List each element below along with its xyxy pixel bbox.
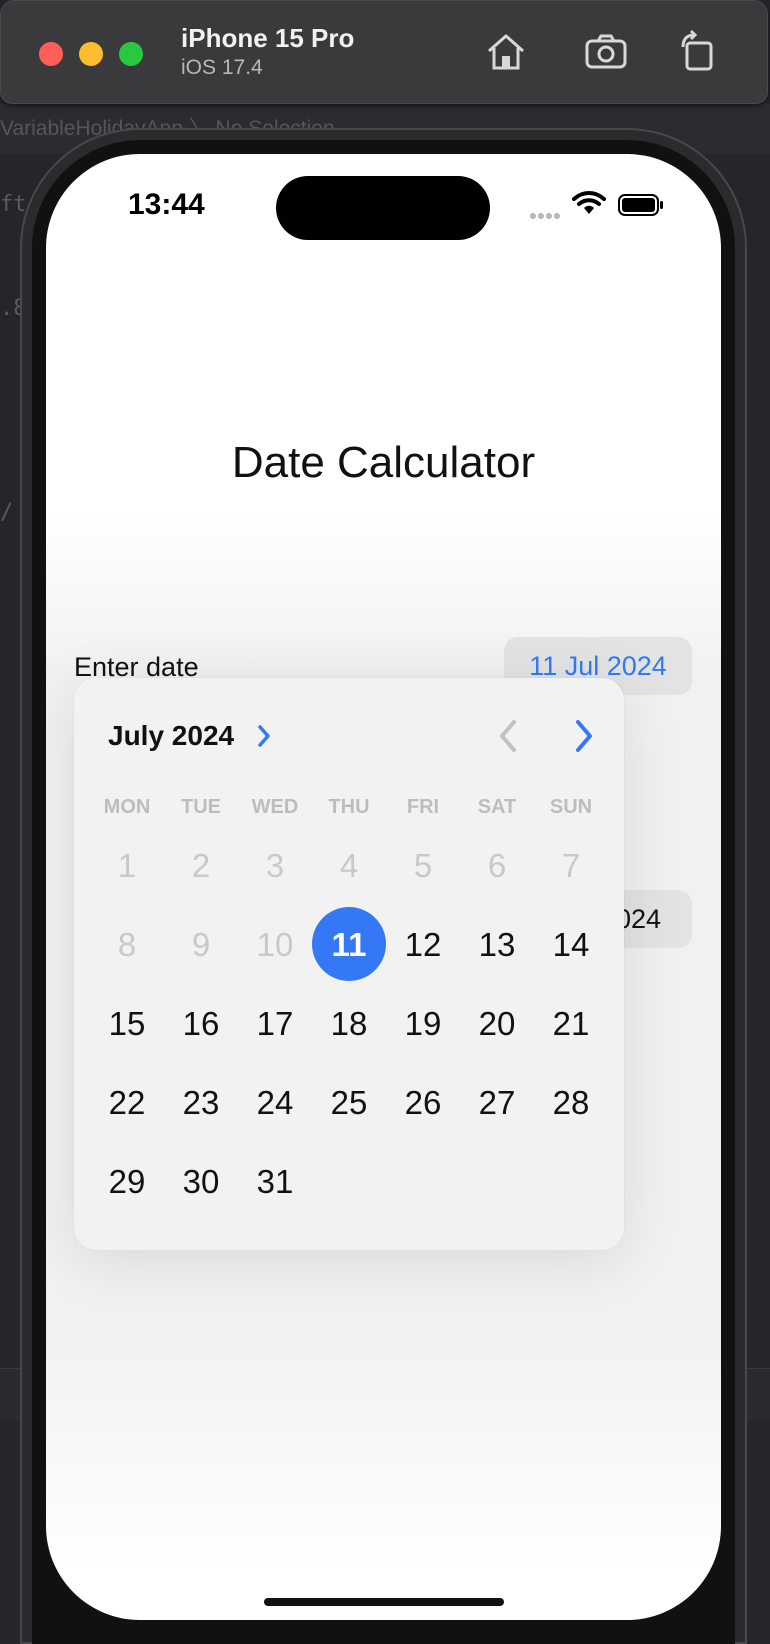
weekday-label: THU — [328, 796, 370, 818]
home-indicator[interactable] — [264, 1598, 504, 1606]
battery-icon — [618, 194, 664, 216]
calendar-day[interactable]: 12 — [386, 905, 460, 984]
day-number: 22 — [108, 1083, 146, 1121]
code-fragment: / — [0, 500, 14, 525]
day-number: 23 — [182, 1083, 220, 1121]
calendar-day[interactable]: 30 — [164, 1142, 238, 1221]
day-number: 31 — [256, 1162, 294, 1200]
zoom-window-button[interactable] — [119, 42, 143, 66]
calendar-day: 7 — [534, 826, 608, 905]
day-number: 13 — [478, 925, 516, 963]
calendar-day: 9 — [164, 905, 238, 984]
rotate-icon[interactable] — [675, 29, 721, 75]
previous-month-button[interactable] — [494, 718, 522, 754]
day-number: 20 — [478, 1004, 516, 1042]
home-icon[interactable] — [483, 29, 529, 75]
day-number: 1 — [117, 846, 137, 884]
status-time: 13:44 — [128, 188, 205, 221]
calendar-day: 8 — [90, 905, 164, 984]
day-number: 8 — [117, 925, 137, 963]
calendar-day: 3 — [238, 826, 312, 905]
chevron-right-icon[interactable] — [256, 724, 272, 748]
calendar-popover: July 2024 MON TUE WED THU FRI SAT SUN 12345678… — [74, 678, 624, 1250]
minimize-window-button[interactable] — [79, 42, 103, 66]
close-window-button[interactable] — [39, 42, 63, 66]
day-number: 21 — [552, 1004, 590, 1042]
day-number: 6 — [487, 846, 507, 884]
day-number: 29 — [108, 1162, 146, 1200]
day-number: 26 — [404, 1083, 442, 1121]
chevron-left-icon — [500, 720, 516, 752]
calendar-day[interactable]: 26 — [386, 1063, 460, 1142]
calendar-day[interactable]: 29 — [90, 1142, 164, 1221]
page-title: Date Calculator — [231, 438, 536, 487]
calendar-day[interactable]: 19 — [386, 984, 460, 1063]
day-number: 11 — [331, 925, 367, 963]
wifi-icon — [572, 190, 606, 216]
day-number: 17 — [256, 1004, 294, 1042]
weekday-label: MON — [103, 796, 151, 818]
day-number: 15 — [108, 1004, 146, 1042]
dynamic-island — [276, 176, 490, 240]
day-number: 12 — [404, 925, 442, 963]
day-number: 19 — [404, 1004, 442, 1042]
os-version: iOS 17.4 — [181, 56, 263, 79]
weekday-label: FRI — [406, 796, 440, 818]
calendar-day: 2 — [164, 826, 238, 905]
day-number: 7 — [561, 846, 581, 884]
calendar-day: 5 — [386, 826, 460, 905]
cellular-signal-icon — [530, 206, 566, 219]
calendar-day[interactable]: 31 — [238, 1142, 312, 1221]
calendar-day: 1 — [90, 826, 164, 905]
day-number: 18 — [330, 1004, 368, 1042]
day-number: 4 — [339, 846, 359, 884]
chevron-right-icon — [576, 720, 592, 752]
day-number: 5 — [413, 846, 433, 884]
calendar-day[interactable]: 25 — [312, 1063, 386, 1142]
day-number: 28 — [552, 1083, 590, 1121]
code-fragment: ft — [0, 192, 27, 217]
day-number: 25 — [330, 1083, 368, 1121]
calendar-day[interactable]: 15 — [90, 984, 164, 1063]
calendar-day[interactable]: 20 — [460, 984, 534, 1063]
day-number: 30 — [182, 1162, 220, 1200]
day-number: 24 — [256, 1083, 294, 1121]
weekday-label: SUN — [549, 796, 593, 818]
calendar-day[interactable]: 17 — [238, 984, 312, 1063]
day-number: 14 — [552, 925, 590, 963]
day-number: 2 — [191, 846, 211, 884]
calendar-day[interactable]: 28 — [534, 1063, 608, 1142]
day-number: 9 — [191, 925, 211, 963]
calendar-day[interactable]: 14 — [534, 905, 608, 984]
calendar-day[interactable]: 22 — [90, 1063, 164, 1142]
calendar-day[interactable]: 23 — [164, 1063, 238, 1142]
weekday-label: SAT — [477, 796, 517, 818]
calendar-day[interactable]: 27 — [460, 1063, 534, 1142]
calendar-day[interactable]: 18 — [312, 984, 386, 1063]
calendar-day: 4 — [312, 826, 386, 905]
screenshot-icon[interactable] — [583, 29, 629, 75]
next-month-button[interactable] — [570, 718, 598, 754]
calendar-day[interactable]: 13 — [460, 905, 534, 984]
weekday-header: MON TUE WED THU FRI SAT SUN — [90, 796, 608, 819]
calendar-day: 10 — [238, 905, 312, 984]
simulator-title-bar: iPhone 15 Pro iOS 17.4 — [0, 0, 768, 104]
day-number: 27 — [478, 1083, 516, 1121]
device-name: iPhone 15 Pro — [181, 23, 355, 53]
calendar-day: 6 — [460, 826, 534, 905]
day-number: 16 — [182, 1004, 220, 1042]
calendar-day-selected[interactable]: 11 — [312, 905, 386, 984]
day-number: 10 — [256, 925, 294, 963]
phone-screen: 13:44 Date Calculator Enter date 11 Jul … — [46, 154, 721, 1620]
day-number: 3 — [265, 846, 285, 884]
month-year-label[interactable]: July 2024 — [108, 720, 234, 752]
calendar-day[interactable]: 24 — [238, 1063, 312, 1142]
weekday-label: WED — [251, 796, 299, 818]
weekday-label: TUE — [181, 796, 221, 818]
calendar-day[interactable]: 16 — [164, 984, 238, 1063]
calendar-day-grid: 1 2 3 4 5 6 7 8 9 10 11 12 13 14 15 16 17 18 19 20 21 22 23 24 2… — [90, 826, 608, 1221]
calendar-day[interactable]: 21 — [534, 984, 608, 1063]
